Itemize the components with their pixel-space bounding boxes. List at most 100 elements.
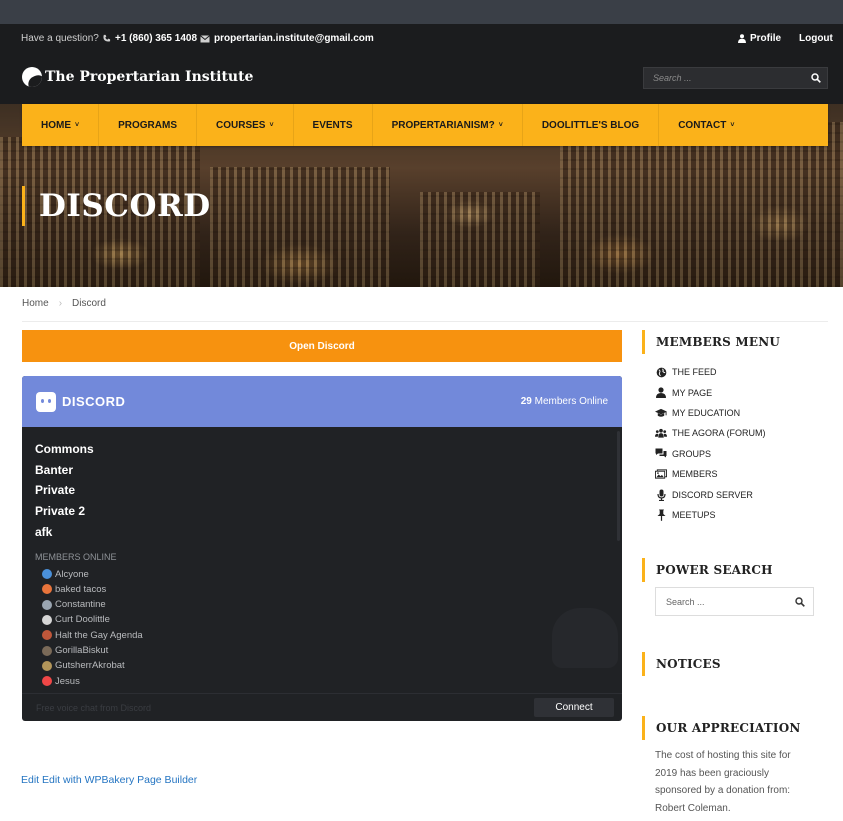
avatar <box>42 599 52 610</box>
avatar <box>42 614 52 625</box>
header-search-input[interactable] <box>644 73 805 83</box>
nav-item-propertarianism[interactable]: PROPERTARIANISM? ˅ <box>373 104 523 146</box>
envelope-icon <box>200 34 210 42</box>
logout-link[interactable]: Logout <box>799 33 833 44</box>
channel-item[interactable]: Banter <box>35 460 609 481</box>
avatar <box>42 660 52 671</box>
discord-mascot-watermark <box>552 608 618 668</box>
nav-item-home[interactable]: HOME ˅ <box>22 104 100 146</box>
menu-item-label: MY PAGE <box>672 387 713 398</box>
browser-top-strip <box>0 0 843 24</box>
phone-link[interactable]: +1 (860) 365 1408 <box>102 33 197 44</box>
menu-item-label: GROUPS <box>672 448 712 459</box>
email-address: propertarian.institute@gmail.com <box>214 33 374 44</box>
channel-item[interactable]: Private 2 <box>35 501 609 522</box>
users-icon <box>655 429 667 438</box>
online-count: 29 <box>520 396 532 407</box>
images-icon <box>655 469 667 479</box>
channel-item[interactable]: Private <box>35 480 609 501</box>
nav-item-label: HOME <box>41 119 71 131</box>
discord-icon <box>36 391 56 412</box>
menu-item-groups[interactable]: GROUPS <box>655 444 766 464</box>
appreciation-text: The cost of hosting this site for 2019 h… <box>655 750 791 814</box>
power-search-title: POWER SEARCH <box>642 558 773 582</box>
email-link[interactable]: propertarian.institute@gmail.com <box>200 33 374 44</box>
pin-icon <box>657 509 665 521</box>
member-item[interactable]: Alcyone <box>35 566 609 581</box>
member-item[interactable]: GorillaBiskut <box>35 643 609 658</box>
nav-item-courses[interactable]: COURSES ˅ <box>197 104 294 146</box>
connect-button[interactable]: Connect <box>534 698 614 717</box>
member-name: GutsherrAkrobat <box>55 660 125 672</box>
menu-item-discord-server[interactable]: DISCORD SERVER <box>655 484 766 504</box>
chevron-down-icon: ˅ <box>498 121 503 129</box>
menu-item-label: DISCORD SERVER <box>672 489 753 500</box>
sidebar-search-input[interactable] <box>656 596 787 607</box>
page-title: DISCORD <box>22 186 211 226</box>
site-name: The Propertarian Institute <box>45 69 254 85</box>
menu-item-meetups[interactable]: MEETUPS <box>655 505 766 525</box>
header-search-button[interactable] <box>805 68 827 88</box>
breadcrumb-home[interactable]: Home <box>22 298 49 309</box>
open-discord-button[interactable]: Open Discord <box>22 330 622 362</box>
sidebar-search <box>655 587 814 616</box>
top-bar: Have a question? +1 (860) 365 1408 prope… <box>0 24 843 51</box>
member-name: Alcyone <box>55 568 89 580</box>
member-item[interactable]: baked tacos <box>35 582 609 597</box>
discord-logo[interactable]: DISCORD <box>36 391 125 412</box>
member-item[interactable]: Jesus <box>35 674 609 689</box>
members-menu: THE FEED MY PAGE MY EDUCATION THE AGORA … <box>655 362 766 525</box>
member-item[interactable]: Constantine <box>35 597 609 612</box>
header-search <box>643 67 828 89</box>
chevron-down-icon: ˅ <box>75 121 80 129</box>
menu-item-label: THE FEED <box>672 367 717 378</box>
breadcrumb-current: Discord <box>72 298 106 309</box>
free-voice-chat-text[interactable]: Free voice chat from Discord <box>36 703 151 713</box>
edit-page-builder-link[interactable]: Edit Edit with WPBakery Page Builder <box>21 774 197 786</box>
globe-icon <box>656 367 666 378</box>
discord-widget-footer: Free voice chat from Discord Connect <box>22 693 622 721</box>
menu-item-members[interactable]: MEMBERS <box>655 464 766 484</box>
menu-item-my-page[interactable]: MY PAGE <box>655 382 766 402</box>
nav-item-programs[interactable]: PROGRAMS <box>99 104 197 146</box>
channel-item[interactable]: afk <box>35 522 609 543</box>
chevron-down-icon: ˅ <box>269 121 274 129</box>
member-item[interactable]: Halt the Gay Agenda <box>35 628 609 643</box>
avatar <box>42 584 52 595</box>
channel-item[interactable]: Commons <box>35 439 609 460</box>
menu-item-label: MEETUPS <box>672 509 716 520</box>
nav-item-label: PROGRAMS <box>118 119 177 131</box>
question-text: Have a question? <box>21 33 99 44</box>
profile-link[interactable]: Profile <box>738 33 781 44</box>
appreciation-title: OUR APPRECIATION <box>642 716 801 740</box>
menu-item-label: MEMBERS <box>672 469 718 480</box>
nav-item-label: CONTACT <box>678 119 727 131</box>
nav-item-events[interactable]: EVENTS <box>294 104 373 146</box>
nav-item-blog[interactable]: DOOLITTLE'S BLOG <box>523 104 660 146</box>
member-name: Curt Doolittle <box>55 614 110 626</box>
member-item[interactable]: Curt Doolittle <box>35 612 609 627</box>
members-menu-title: MEMBERS MENU <box>642 330 780 354</box>
nav-item-contact[interactable]: CONTACT ˅ <box>659 104 753 146</box>
widget-scrollbar[interactable] <box>617 431 620 541</box>
menu-item-my-education[interactable]: MY EDUCATION <box>655 403 766 423</box>
member-name: GorillaBiskut <box>55 645 109 657</box>
main-nav: HOME ˅ PROGRAMS COURSES ˅ EVENTS PROPERTAR… <box>22 104 828 146</box>
member-name: Halt the Gay Agenda <box>55 629 143 641</box>
nav-item-label: PROPERTARIANISM? <box>391 119 495 131</box>
logo-icon <box>22 67 42 87</box>
members-online-count: 29 Members Online <box>521 396 608 407</box>
member-item[interactable]: GutsherrAkrobat <box>35 658 609 673</box>
breadcrumb-divider <box>22 321 828 322</box>
member-name: Constantine <box>55 599 106 611</box>
avatar <box>42 569 52 580</box>
phone-number: +1 (860) 365 1408 <box>115 33 198 44</box>
nav-item-label: COURSES <box>216 119 266 131</box>
sidebar-search-button[interactable] <box>787 596 813 607</box>
user-icon <box>738 34 746 43</box>
site-logo[interactable]: The Propertarian Institute <box>22 67 253 87</box>
menu-item-the-feed[interactable]: THE FEED <box>655 362 766 382</box>
menu-item-the-agora[interactable]: THE AGORA (FORUM) <box>655 423 766 443</box>
discord-widget: DISCORD 29 Members Online Commons Banter… <box>22 376 622 721</box>
avatar <box>42 630 52 641</box>
